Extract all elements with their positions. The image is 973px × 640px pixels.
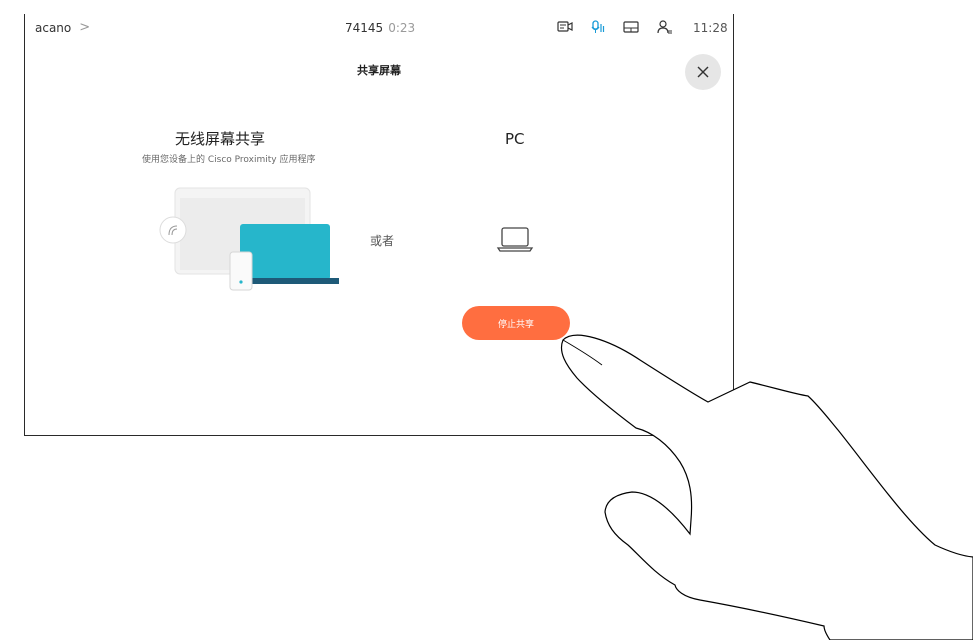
pointing-hand-illustration: [560, 334, 973, 640]
